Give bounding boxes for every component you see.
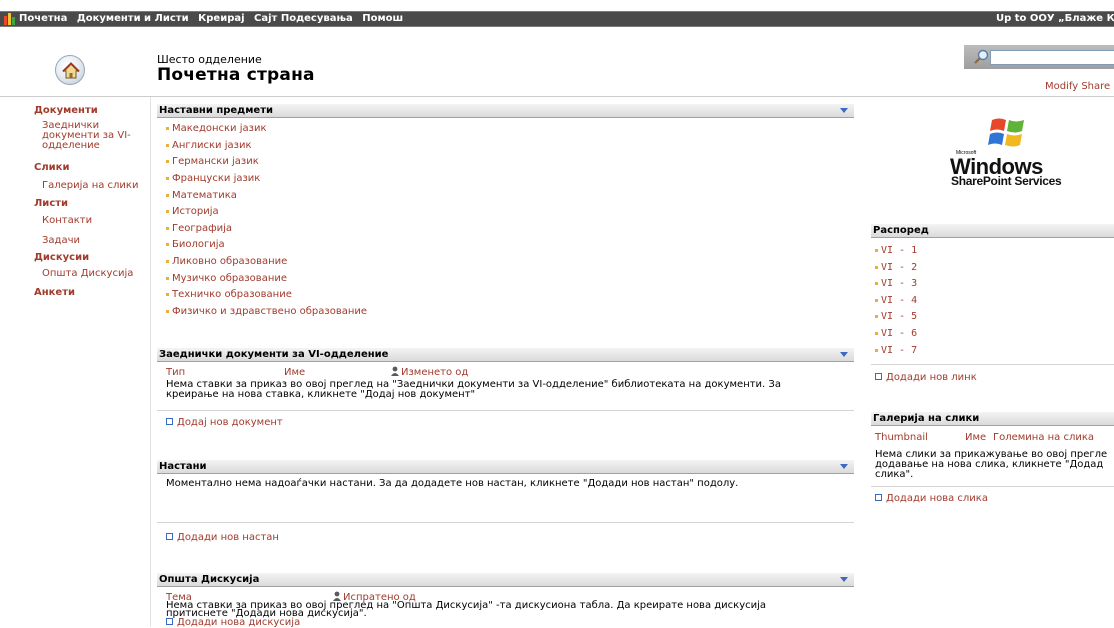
shared-docs-empty-message-line2: креирање на нова ставка, кликнете "Додај… [166,389,476,400]
search-area [964,45,1114,69]
divider [157,522,854,523]
webpart-menu-arrow-icon[interactable] [840,352,848,357]
subject-link[interactable]: Биологија [166,239,225,250]
divider [871,364,1114,365]
windows-flag-icon [988,118,1024,147]
site-people-icon [4,13,15,25]
add-bullet-icon [875,372,882,380]
events-title: Настани [159,461,207,472]
subject-link[interactable]: Германски јазик [166,156,259,167]
webpart-menu-arrow-icon[interactable] [840,464,848,469]
sharepoint-services-wordmark: SharePoint Services [951,174,1062,188]
schedule-link[interactable]: VI - 5 [875,311,917,322]
nav-heading-lists[interactable]: Листи [34,198,68,209]
nav-documents-and-lists[interactable]: Документи и Листи [77,13,189,24]
divider [871,486,1114,487]
add-bullet-icon [166,532,173,540]
add-new-discussion-label: Додади нова дискусија [177,617,301,628]
windows-sharepoint-services-logo: Microsoft Windows SharePoint Services [920,112,1085,192]
modify-shared-page-link[interactable]: Modify Share [1045,81,1110,92]
webpart-menu-arrow-icon[interactable] [840,577,848,582]
schedule-link[interactable]: VI - 3 [875,278,917,289]
shared-docs-title: Заеднички документи за VI-одделение [159,349,389,360]
schedule-link[interactable]: VI - 1 [875,245,917,256]
nav-heading-documents[interactable]: Документи [34,105,98,116]
add-new-picture-link[interactable]: Додади нова слика [875,493,988,504]
divider [157,410,854,411]
subject-link[interactable]: Англиски јазик [166,140,252,151]
add-new-event-link[interactable]: Додади нов настан [166,532,279,543]
schedule-link[interactable]: VI - 6 [875,328,917,339]
subject-link[interactable]: Музичко образование [166,273,287,284]
webpart-title-events: Настани [157,460,854,474]
add-bullet-icon [875,493,882,501]
column-header-modified-label: Изменето од [401,367,469,378]
add-bullet-icon [166,417,173,425]
nav-heading-surveys[interactable]: Анкети [34,287,75,298]
schedule-link[interactable]: VI - 7 [875,345,917,356]
subject-link[interactable]: Математика [166,190,237,201]
discussion-title: Општа Дискусија [159,574,260,585]
webpart-title-picture-gallery: Галерија на слики [871,412,1114,426]
add-new-event-label: Додади нов настан [177,532,279,543]
nav-home[interactable]: Почетна [19,13,67,24]
gallery-title: Галерија на слики [873,413,980,424]
add-new-link-link[interactable]: Додади нов линк [875,372,977,383]
add-new-picture-label: Додади нова слика [886,493,988,504]
subjects-title: Наставни предмети [159,105,273,116]
webpart-title-general-discussion: Општа Дискусија [157,573,854,587]
search-input[interactable] [990,50,1114,65]
add-bullet-icon [166,617,173,625]
nav-item-contacts[interactable]: Контакти [42,216,92,226]
home-icon[interactable] [55,55,85,85]
subject-link[interactable]: Физичко и здравствено образование [166,306,367,317]
page-title: Почетна страна [157,65,315,85]
search-icon[interactable] [973,49,989,65]
nav-site-settings[interactable]: Сајт Подесувања [254,13,353,24]
subject-link[interactable]: Македонски јазик [166,123,267,134]
schedule-link[interactable]: VI - 4 [875,295,917,306]
schedule-title: Распоред [873,225,929,236]
top-nav-links: Почетна Документи и Листи Креирај Сајт П… [19,12,409,26]
nav-item-shared-docs-line3[interactable]: одделение [42,141,100,151]
nav-help[interactable]: Помош [362,13,403,24]
quick-launch: Документи Заеднички документи за VI- одд… [0,97,151,627]
column-header-name[interactable]: Име [965,432,986,443]
column-header-type[interactable]: Тип [166,367,185,378]
subject-link[interactable]: Историја [166,206,219,217]
add-new-link-label: Додади нов линк [886,372,977,383]
nav-create[interactable]: Креирај [198,13,244,24]
column-header-thumbnail[interactable]: Thumbnail [875,432,928,443]
add-new-document-link[interactable]: Додај нов документ [166,417,283,428]
subject-link[interactable]: Ликовно образование [166,256,287,267]
column-header-picture-size[interactable]: Големина на слика [993,432,1094,443]
gallery-empty-message-line3: слика". [875,469,914,480]
webpart-title-shared-documents: Заеднички документи за VI-одделение [157,348,854,362]
nav-item-general-discussion[interactable]: Општа Дискусија [42,269,133,279]
nav-item-picture-gallery[interactable]: Галерија на слики [42,181,138,191]
column-header-modified-by[interactable]: Изменето од [390,366,469,378]
global-navigation-bar: Почетна Документи и Листи Креирај Сајт П… [0,11,1114,27]
webpart-title-schedule: Распоред [871,224,1114,238]
person-icon [391,366,399,376]
add-new-document-label: Додај нов документ [177,417,283,428]
nav-item-tasks[interactable]: Задачи [42,236,80,246]
nav-heading-pictures[interactable]: Слики [34,162,69,173]
header-divider [0,96,1114,97]
webpart-menu-arrow-icon[interactable] [840,108,848,113]
subject-link[interactable]: Француски јазик [166,173,260,184]
subject-link[interactable]: Техничко образование [166,289,292,300]
add-new-discussion-link[interactable]: Додади нова дискусија [166,617,300,628]
webpart-title-subjects: Наставни предмети [157,104,854,118]
column-header-name[interactable]: Име [284,367,305,378]
events-empty-message: Моментално нема надоаѓачки настани. За д… [166,478,739,489]
up-to-parent-link[interactable]: Up to ООУ „Блаже К [996,12,1114,26]
nav-heading-discussions[interactable]: Дискусии [34,252,89,263]
house-icon [62,62,80,79]
subject-link[interactable]: Географија [166,223,232,234]
schedule-link[interactable]: VI - 2 [875,262,917,273]
